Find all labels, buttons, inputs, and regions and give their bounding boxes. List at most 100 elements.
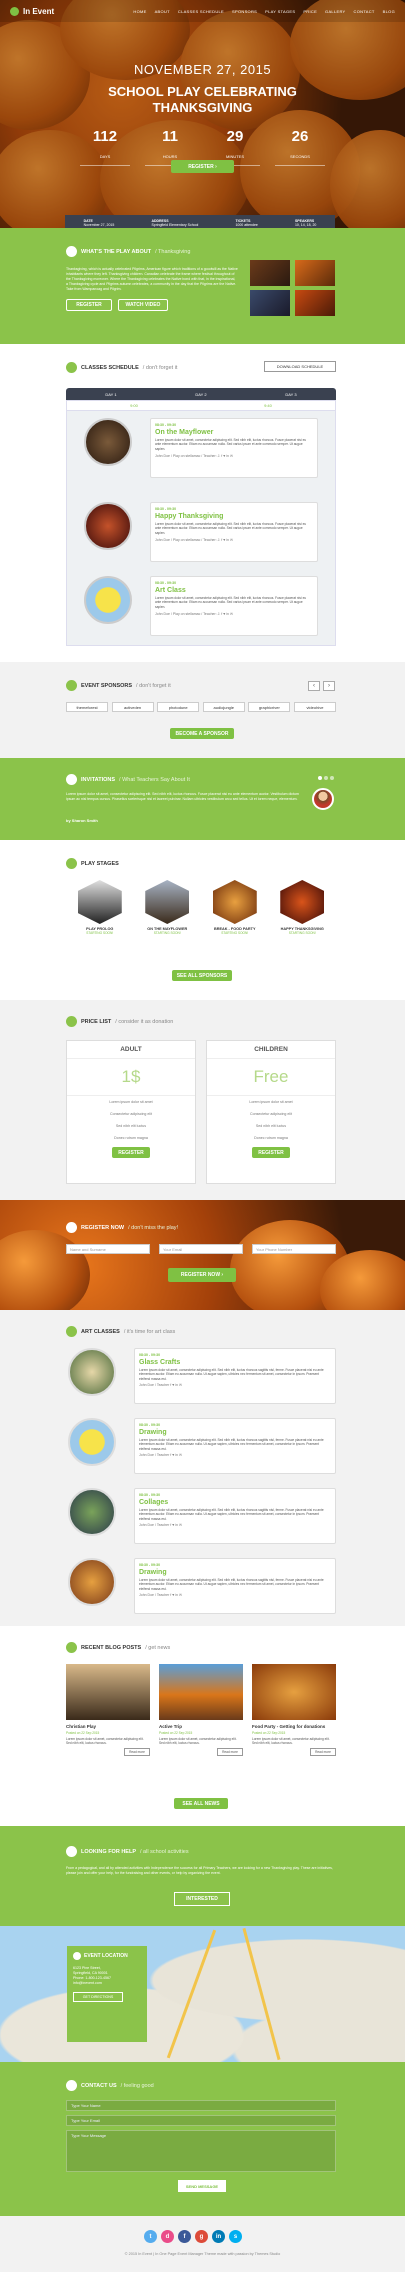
art-item-1[interactable]: 08:30 - 09:30 Glass Crafts Lorem ipsum d… — [134, 1348, 336, 1404]
dot-indicator[interactable] — [318, 776, 322, 780]
price-heading: PRICE LIST / consider it as donation — [66, 1016, 173, 1027]
interested-button[interactable]: INTERESTED — [174, 1892, 230, 1906]
schedule-heading: CLASSES SCHEDULE / don't forget it — [66, 362, 177, 373]
envelope-icon — [66, 2080, 77, 2091]
stage-item-1[interactable]: PLAY PROLOG STARTING SOON! — [70, 880, 130, 935]
see-all-sponsors-button[interactable]: SEE ALL SPONSORS — [172, 970, 232, 981]
sponsor-logo-themeforest[interactable]: themeforest — [66, 702, 108, 712]
twitter-icon[interactable]: t — [144, 2230, 157, 2243]
dot-indicator[interactable] — [330, 776, 334, 780]
brand-logo[interactable]: In Event — [10, 6, 54, 16]
nav-link-schedule[interactable]: CLASSES SCHEDULE — [178, 9, 224, 14]
countdown-seconds: 26 SECONDS — [275, 128, 325, 166]
stage-image-2 — [145, 880, 190, 924]
nav-link-gallery[interactable]: GALLERY — [325, 9, 345, 14]
contact-message-textarea[interactable]: Type Your Message — [66, 2130, 336, 2172]
nav-link-contact[interactable]: CONTACT — [354, 9, 375, 14]
about-photo-1[interactable] — [250, 260, 290, 286]
about-text: Thanksgiving, which is actually celebrat… — [66, 267, 238, 291]
sponsor-logo-audiojungle[interactable]: audiojungle — [202, 702, 245, 712]
day-tab-3[interactable]: DAY 3 — [285, 392, 296, 397]
nav-links: HOME ABOUT CLASSES SCHEDULE SPONSORS PLA… — [133, 9, 395, 14]
schedule-item-2[interactable]: 08:30 - 09:30 Happy Thanksgiving Lorem i… — [150, 502, 318, 562]
sponsors-section: EVENT SPONSORS / don't forget it ‹ › them… — [0, 662, 405, 758]
watch-video-button[interactable]: WATCH VIDEO — [118, 299, 168, 311]
send-message-button[interactable]: SEND MESSAGE — [178, 2180, 226, 2192]
quote-icon — [66, 774, 77, 785]
read-more-button[interactable]: Read more — [310, 1748, 336, 1757]
contact-name-input[interactable]: Type Your Name — [66, 2100, 336, 2111]
art-item-2[interactable]: 08:30 - 09:30 Drawing Lorem ipsum dolor … — [134, 1418, 336, 1474]
phone-input[interactable]: Your Phone Number — [252, 1244, 336, 1254]
nav-link-blog[interactable]: BLOG — [383, 9, 395, 14]
blog-section: RECENT BLOG POSTS / get news Christian Pl… — [0, 1626, 405, 1826]
about-register-button[interactable]: REGISTER — [66, 299, 112, 311]
nav-link-stages[interactable]: PLAY STAGES — [265, 9, 295, 14]
nav-link-home[interactable]: HOME — [133, 9, 146, 14]
googleplus-icon[interactable]: g — [195, 2230, 208, 2243]
become-sponsor-button[interactable]: BECOME A SPONSOR — [170, 728, 234, 739]
contact-email-input[interactable]: Type Your Email — [66, 2115, 336, 2126]
register-section: REGISTER NOW / don't miss the play! Name … — [0, 1200, 405, 1310]
time-tab-1[interactable]: 9:00 — [130, 403, 138, 408]
adult-register-button[interactable]: REGISTER — [112, 1147, 150, 1158]
art-item-4[interactable]: 08:30 - 09:30 Drawing Lorem ipsum dolor … — [134, 1558, 336, 1614]
sponsors-prev-button[interactable]: ‹ — [308, 681, 320, 691]
download-schedule-button[interactable]: DOWNLOAD SCHEDULE — [264, 361, 336, 372]
nav-link-sponsors[interactable]: SPONSORS — [232, 9, 257, 14]
info-date: DATE November 27, 2015 — [83, 219, 115, 227]
blog-post-3-image[interactable] — [252, 1664, 336, 1720]
blog-post-2-image[interactable] — [159, 1664, 243, 1720]
stage-item-4[interactable]: HAPPY THANKSGIVING STARTING SOON! — [272, 880, 332, 935]
email-input[interactable]: Your Email — [159, 1244, 243, 1254]
schedule-item-1[interactable]: 08:30 - 09:30 On the Mayflower Lorem ips… — [150, 418, 318, 478]
nav-link-price[interactable]: PRICE — [303, 9, 317, 14]
dribbble-icon[interactable]: d — [161, 2230, 174, 2243]
map-canvas[interactable] — [0, 1926, 405, 2062]
stage-item-2[interactable]: ON THE MAYFLOWER STARTING SOON! — [137, 880, 197, 935]
schedule-item-3[interactable]: 08:30 - 09:30 Art Class Lorem ipsum dolo… — [150, 576, 318, 636]
hero-section: In Event HOME ABOUT CLASSES SCHEDULE SPO… — [0, 0, 405, 228]
about-photo-3[interactable] — [250, 290, 290, 316]
day-tab-2[interactable]: DAY 2 — [195, 392, 206, 397]
sponsors-heading: EVENT SPONSORS / don't forget it — [66, 680, 171, 691]
sponsor-logo-graphicriver[interactable]: graphicriver — [248, 702, 291, 712]
contact-heading: CONTACT US / feeling good — [66, 2080, 154, 2091]
blog-post-1-image[interactable] — [66, 1664, 150, 1720]
facebook-icon[interactable]: f — [178, 2230, 191, 2243]
time-tab-2[interactable]: 9:40 — [264, 403, 272, 408]
register-now-button[interactable]: REGISTER NOW › — [168, 1268, 236, 1282]
about-photo-4[interactable] — [295, 290, 335, 316]
children-register-button[interactable]: REGISTER — [252, 1147, 290, 1158]
name-input[interactable]: Name and Surname — [66, 1244, 150, 1254]
nav-link-about[interactable]: ABOUT — [155, 9, 170, 14]
day-tab-1[interactable]: DAY 1 — [105, 392, 116, 397]
sponsor-logo-activeden[interactable]: activeden — [111, 702, 154, 712]
invitations-section: INVITATIONS / What Teachers Say About It … — [0, 758, 405, 840]
stage-image-3 — [212, 880, 257, 924]
skype-icon[interactable]: s — [229, 2230, 242, 2243]
map-pin-icon — [73, 1952, 81, 1960]
dot-indicator[interactable] — [324, 776, 328, 780]
stage-item-3[interactable]: BREAK - FOOD PARTY STARTING SOON! — [205, 880, 265, 935]
hero-register-button[interactable]: REGISTER › — [171, 160, 234, 173]
sponsor-logo-photodune[interactable]: photodune — [157, 702, 200, 712]
help-section: LOOKING FOR HELP / all school activities … — [0, 1826, 405, 1926]
about-photo-2[interactable] — [295, 260, 335, 286]
social-links: t d f g in s — [144, 2230, 242, 2243]
map-section[interactable]: EVENT LOCATION 6123 Pine Street, Springf… — [0, 1926, 405, 2062]
schedule-item-1-image — [84, 418, 132, 466]
get-directions-button[interactable]: GET DIRECTIONS — [73, 1992, 123, 2002]
handshake-icon — [66, 680, 77, 691]
sponsors-next-button[interactable]: › — [323, 681, 335, 691]
about-section: WHAT'S THE PLAY ABOUT / Thanksgiving Than… — [0, 228, 405, 344]
linkedin-icon[interactable]: in — [212, 2230, 225, 2243]
art-item-3[interactable]: 08:30 - 09:30 Collages Lorem ipsum dolor… — [134, 1488, 336, 1544]
see-all-news-button[interactable]: SEE ALL NEWS — [174, 1798, 228, 1809]
invitations-heading: INVITATIONS / What Teachers Say About It — [66, 774, 190, 785]
read-more-button[interactable]: Read more — [124, 1748, 150, 1757]
read-more-button[interactable]: Read more — [217, 1748, 243, 1757]
help-text: From a pedagogical, and all by attended … — [66, 1866, 333, 1875]
art-item-2-image — [68, 1418, 116, 1466]
sponsor-logo-videohive[interactable]: videohive — [293, 702, 336, 712]
